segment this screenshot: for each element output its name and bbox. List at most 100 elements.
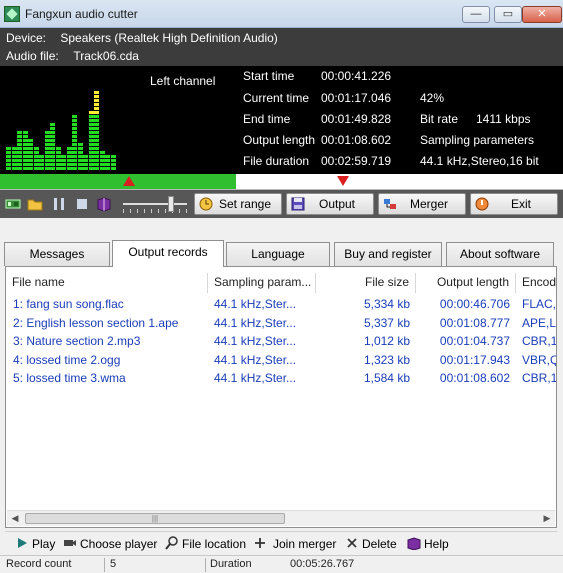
play-action[interactable]: Play [15, 536, 55, 551]
range-start-marker[interactable] [123, 176, 135, 186]
current-time-value: 00:01:17.046 [321, 91, 392, 105]
scroll-left-icon[interactable]: ◀ [7, 511, 23, 526]
volume-knob[interactable] [168, 196, 175, 212]
cell-output-length: 00:01:08.777 [439, 315, 510, 330]
meter-bar [6, 146, 11, 170]
column-file-size[interactable]: File size [316, 273, 416, 293]
scroll-right-icon[interactable]: ▶ [539, 511, 555, 526]
choose-player-action[interactable]: Choose player [63, 536, 157, 551]
table-row[interactable]: 3: Nature section 2.mp3 44.1 kHz,Ster... 1… [6, 332, 556, 351]
set-range-button[interactable]: Set range [194, 193, 282, 215]
cell-encoding: VBR,Q [522, 352, 556, 367]
output-button[interactable]: Output [286, 193, 374, 215]
pause-icon[interactable] [51, 196, 67, 212]
join-merger-label: Join merger [273, 537, 337, 551]
device-info-bar: Device: Speakers (Realtek High Definitio… [0, 28, 563, 66]
range-end-marker[interactable] [337, 176, 349, 186]
column-encoding[interactable]: Encod [516, 273, 556, 293]
file-location-action[interactable]: File location [165, 536, 246, 551]
audio-file-value: Track06.cda [73, 49, 139, 63]
cell-file-name: 2: English lesson section 1.ape [13, 315, 179, 330]
file-duration-value: 00:02:59.719 [321, 154, 392, 168]
end-time-value: 00:01:49.828 [321, 112, 392, 126]
volume-track [123, 203, 187, 205]
set-range-label: Set range [218, 197, 272, 211]
cell-sampling: 44.1 kHz,Ster... [214, 297, 297, 311]
cell-sampling: 44.1 kHz,Ster... [214, 315, 297, 330]
help-action[interactable]: Help [407, 536, 449, 551]
output-length-value: 00:01:08.602 [321, 133, 392, 147]
status-divider [205, 558, 206, 572]
close-button[interactable]: ✕ [522, 6, 562, 23]
minimize-button[interactable]: — [462, 6, 490, 23]
output-records-list[interactable]: File name Sampling param... File size Ou… [5, 266, 557, 528]
meter-bar [55, 146, 61, 170]
cell-output-length: 00:01:08.602 [439, 371, 510, 385]
horizontal-scrollbar[interactable]: ◀ ||| ▶ [7, 510, 555, 526]
cell-file-size: 5,337 kb [363, 315, 410, 330]
status-bar: Record count 5 Duration 00:05:26.767 [0, 555, 563, 573]
playback-progress[interactable] [0, 174, 563, 190]
device-value: Speakers (Realtek High Definition Audio) [60, 31, 278, 45]
end-time-label: End time [243, 112, 291, 126]
cell-sampling: 44.1 kHz,Ster... [214, 352, 297, 367]
table-row[interactable]: 4: lossed time 2.ogg 44.1 kHz,Ster... 1,32… [6, 351, 556, 370]
meter-bar [99, 150, 105, 170]
player-icon [64, 540, 76, 546]
table-row[interactable]: 2: English lesson section 1.ape 44.1 kHz,… [6, 314, 556, 333]
record-icon[interactable] [5, 196, 21, 212]
cell-output-length: 00:00:46.706 [439, 297, 510, 311]
merger-button[interactable]: Merger [378, 193, 466, 215]
meter-bar [50, 122, 55, 170]
player-display: Device: Speakers (Realtek High Definitio… [0, 28, 563, 174]
output-length-label: Output length [243, 133, 316, 147]
start-time-label: Start time [243, 69, 295, 83]
tab-output-records[interactable]: Output records [112, 240, 224, 267]
list-header: File name Sampling param... File size Ou… [6, 273, 556, 293]
delete-label: Delete [362, 537, 397, 551]
progress-percent: 42% [420, 91, 445, 105]
play-label: Play [32, 537, 56, 551]
cell-file-size: 5,334 kb [363, 297, 410, 311]
meter-bar [110, 154, 116, 170]
join-merger-action[interactable]: Join merger [253, 536, 336, 551]
scroll-thumb[interactable]: ||| [25, 513, 285, 524]
choose-player-label: Choose player [80, 537, 158, 551]
stop-icon[interactable] [74, 196, 90, 212]
book-icon[interactable] [96, 196, 112, 212]
meter-bar [94, 90, 99, 170]
tab-messages[interactable]: Messages [4, 242, 110, 266]
tab-language[interactable]: Language [226, 242, 330, 266]
level-meter [6, 88, 116, 170]
exit-button[interactable]: Exit [470, 193, 558, 215]
tab-about-software[interactable]: About software [446, 242, 554, 266]
cell-encoding: APE,Le [522, 315, 556, 330]
meter-bar [72, 114, 77, 170]
duration-label: Duration [210, 558, 252, 570]
plus-icon [255, 538, 265, 548]
cell-encoding: CBR,1 [522, 334, 556, 348]
open-folder-icon[interactable] [27, 196, 43, 212]
column-sampling[interactable]: Sampling param... [208, 273, 316, 293]
table-row[interactable]: 1: fang sun song.flac 44.1 kHz,Ster... 5,3… [6, 295, 556, 314]
column-file-name[interactable]: File name [6, 273, 208, 293]
cell-file-name: 4: lossed time 2.ogg [13, 352, 121, 367]
cell-file-name: 1: fang sun song.flac [13, 297, 124, 311]
cell-file-size: 1,584 kb [363, 371, 410, 385]
help-book-icon [407, 537, 421, 550]
app-icon [4, 6, 20, 22]
meter-bar [88, 110, 94, 170]
cell-encoding: FLAC,1 [522, 297, 556, 311]
progress-fill [0, 174, 237, 189]
bit-rate-value: 1411 kbps [476, 112, 531, 126]
tab-buy-register[interactable]: Buy and register [334, 242, 442, 266]
maximize-button[interactable]: ▭ [494, 6, 522, 23]
duration-value: 00:05:26.767 [290, 558, 355, 570]
delete-action[interactable]: Delete [345, 536, 397, 551]
cell-file-size: 1,012 kb [363, 334, 410, 348]
volume-slider[interactable] [123, 194, 187, 214]
column-output-length[interactable]: Output length [416, 273, 516, 293]
file-location-label: File location [182, 537, 247, 551]
table-row[interactable]: 5: lossed time 3.wma 44.1 kHz,Ster... 1,58… [6, 369, 556, 388]
device-label: Device: [6, 31, 47, 45]
